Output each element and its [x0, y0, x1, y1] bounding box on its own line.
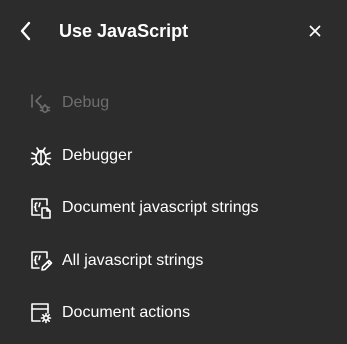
menu-item-debug[interactable]: Debug: [0, 81, 347, 125]
menu-item-label: Document javascript strings: [62, 199, 259, 216]
menu-item-label: Document actions: [62, 304, 191, 321]
back-button[interactable]: [14, 18, 40, 44]
script-edit-icon: [28, 249, 54, 273]
chevron-left-icon: [20, 21, 31, 41]
panel-header: Use JavaScript: [0, 0, 347, 62]
menu-item-label: Debugger: [62, 147, 133, 164]
close-icon: [309, 25, 321, 37]
menu-item-document-javascript-strings[interactable]: Document javascript strings: [0, 186, 347, 230]
menu-item-all-javascript-strings[interactable]: All javascript strings: [0, 239, 347, 283]
close-button[interactable]: [304, 20, 326, 42]
menu-item-debugger[interactable]: Debugger: [0, 134, 347, 178]
menu-item-document-actions[interactable]: Document actions: [0, 291, 347, 335]
menu-item-label: Debug: [62, 94, 110, 111]
debug-step-icon: [28, 91, 54, 115]
bug-icon: [28, 144, 54, 168]
document-actions-icon: [28, 301, 54, 325]
page-title: Use JavaScript: [59, 21, 189, 41]
document-script-icon: [28, 196, 54, 220]
menu-item-label: All javascript strings: [62, 252, 204, 269]
